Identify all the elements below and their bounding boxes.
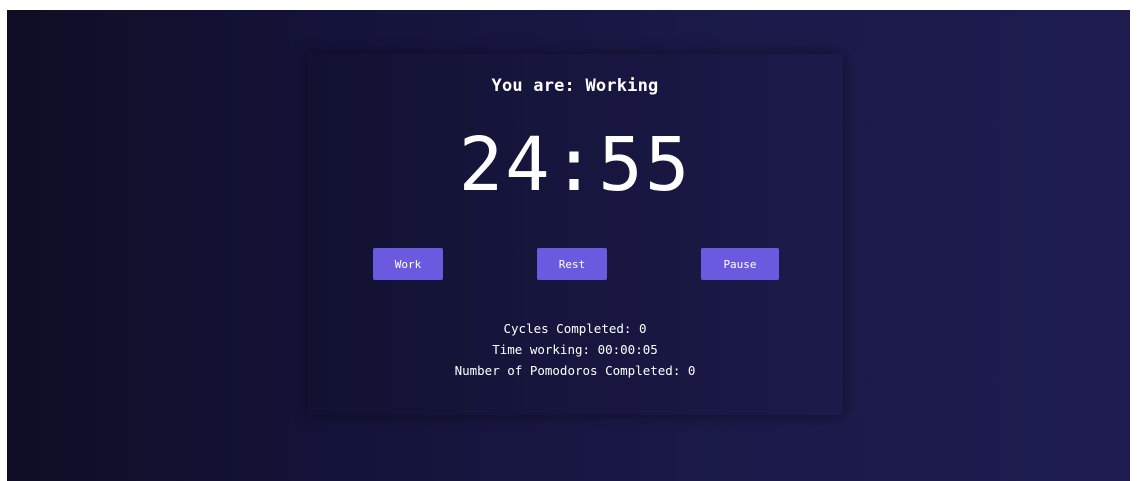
rest-button[interactable]: Rest xyxy=(537,248,607,280)
work-button[interactable]: Work xyxy=(373,248,443,280)
time-working-label: Time working: xyxy=(492,342,591,357)
cycles-label: Cycles Completed: xyxy=(503,321,632,336)
cycles-completed: Cycles Completed: 0 xyxy=(307,318,843,339)
status-label: You are: xyxy=(491,76,575,96)
pomodoro-panel: You are: Working 24:55 Work Rest Pause C… xyxy=(307,54,843,415)
status-heading: You are: Working xyxy=(307,76,843,96)
pause-button[interactable]: Pause xyxy=(701,248,779,280)
status-state: Working xyxy=(585,76,659,96)
app-viewport: You are: Working 24:55 Work Rest Pause C… xyxy=(7,10,1130,481)
cycles-value: 0 xyxy=(638,321,647,336)
timer-display: 24:55 xyxy=(458,122,692,208)
time-working-value: 00:00:05 xyxy=(597,342,658,357)
pomodoros-value: 0 xyxy=(687,363,696,378)
pomodoros-completed: Number of Pomodoros Completed: 0 xyxy=(307,360,843,381)
time-working: Time working: 00:00:05 xyxy=(307,339,843,360)
pomodoros-label: Number of Pomodoros Completed: xyxy=(454,363,681,378)
stats-block: Cycles Completed: 0 Time working: 00:00:… xyxy=(307,318,843,381)
